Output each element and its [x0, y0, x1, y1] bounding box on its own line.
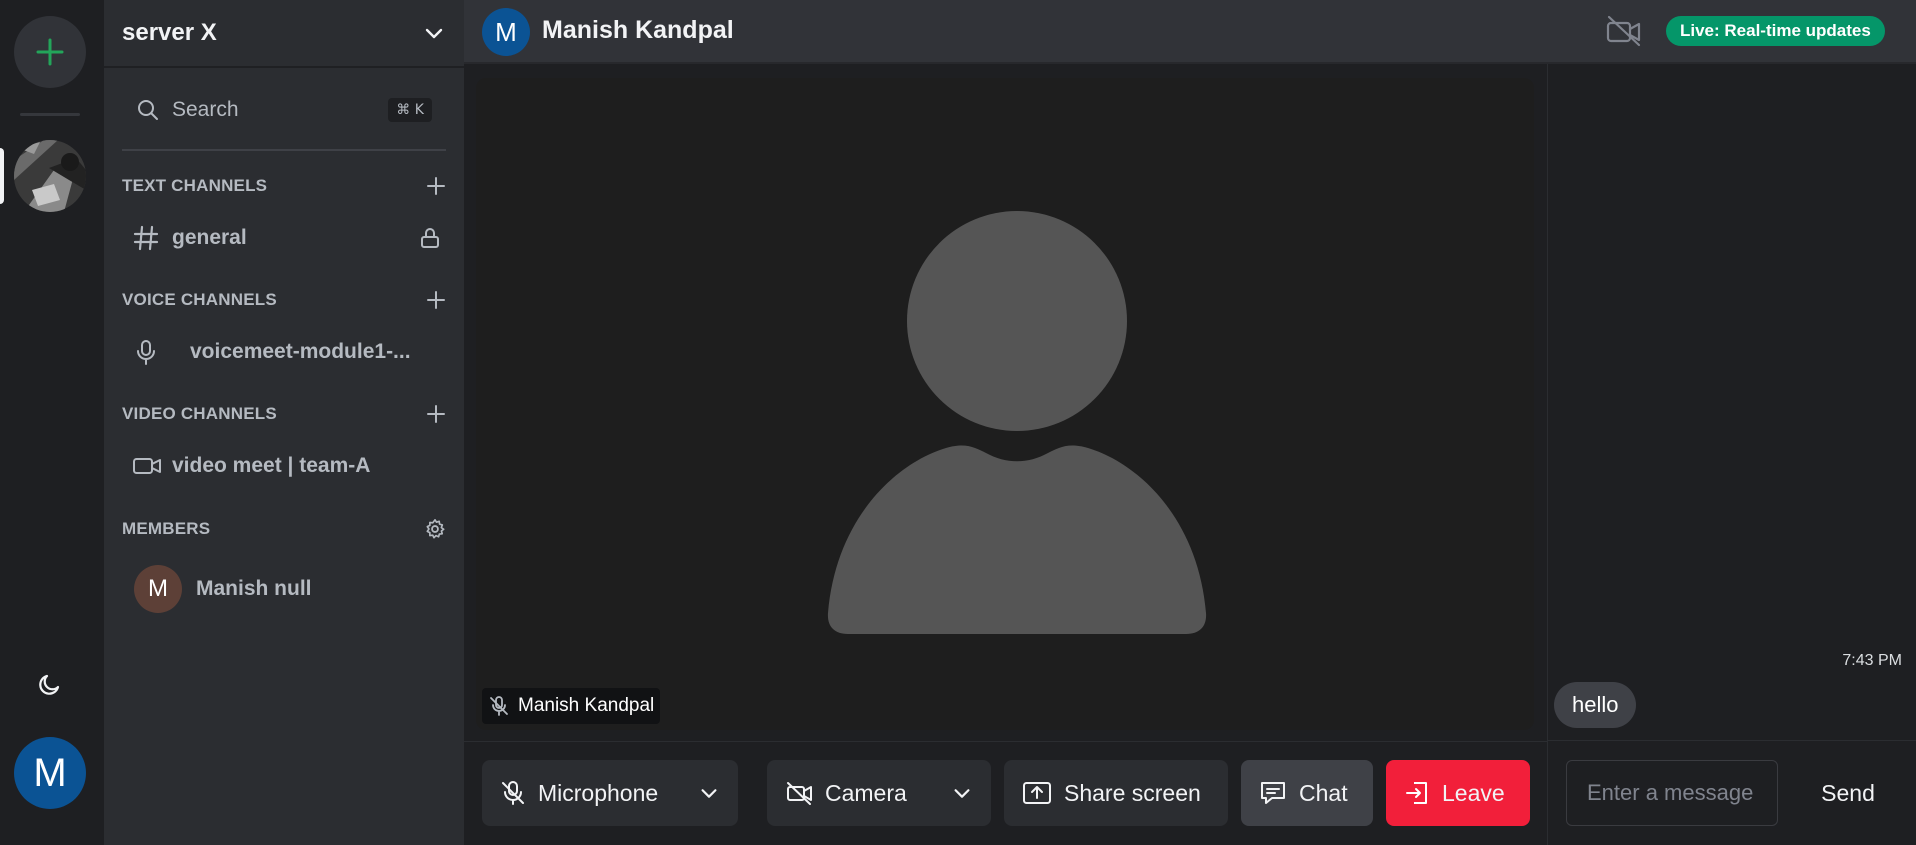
live-status-badge: Live: Real-time updates	[1666, 16, 1885, 46]
chat-label: Chat	[1299, 779, 1348, 806]
channel-general[interactable]: general	[132, 216, 446, 260]
participant-placeholder-icon	[827, 211, 1207, 634]
voice-channels-header: VOICE CHANNELS	[122, 290, 446, 310]
main-area: M Manish Kandpal Live: Real-time updates…	[464, 0, 1916, 845]
chevron-down-icon[interactable]	[951, 782, 973, 804]
text-channels-header: TEXT CHANNELS	[122, 176, 446, 196]
search-icon	[138, 100, 158, 120]
section-title: TEXT CHANNELS	[122, 176, 268, 195]
chevron-down-icon	[425, 28, 443, 39]
channel-label: voicemeet-module1-...	[190, 340, 411, 363]
camera-button[interactable]: Camera	[767, 760, 991, 826]
page-title: Manish Kandpal	[542, 16, 734, 44]
chat-icon	[1261, 782, 1285, 804]
member-name: Manish null	[196, 577, 312, 600]
section-title: MEMBERS	[122, 519, 211, 538]
plus-icon[interactable]	[426, 176, 446, 196]
lock-icon	[421, 228, 439, 248]
video-off-icon	[1606, 15, 1641, 47]
channel-sidebar: server X Search ⌘ K TEXT CHANNELS genera…	[104, 0, 464, 845]
microphone-label: Microphone	[538, 779, 659, 806]
server-icon[interactable]	[14, 140, 86, 212]
chevron-down-icon[interactable]	[698, 782, 720, 804]
microphone-button[interactable]: Microphone	[482, 760, 738, 826]
avatar: M	[134, 565, 182, 613]
video-toggle-button[interactable]	[1604, 14, 1644, 48]
search-shortcut: ⌘ K	[388, 98, 432, 122]
participant-name: Manish Kandpal	[518, 695, 655, 716]
controls-divider	[464, 741, 1547, 742]
search-button[interactable]: Search ⌘ K	[124, 90, 444, 130]
video-camera-icon	[133, 458, 161, 474]
server-image	[14, 140, 86, 212]
hash-icon	[133, 225, 159, 251]
active-server-indicator	[0, 148, 4, 204]
plus-icon[interactable]	[426, 290, 446, 310]
section-title: VOICE CHANNELS	[122, 290, 277, 309]
sidebar-divider	[122, 149, 446, 151]
server-name: server X	[122, 19, 217, 46]
search-label: Search	[172, 98, 239, 121]
microphone-icon	[137, 340, 155, 365]
leave-label: Leave	[1442, 779, 1505, 806]
user-avatar[interactable]: M	[14, 737, 86, 809]
share-screen-button[interactable]: Share screen	[1004, 760, 1228, 826]
message-bubble: hello	[1554, 682, 1637, 728]
add-server-button[interactable]	[14, 16, 86, 88]
microphone-off-icon	[490, 696, 508, 716]
plus-icon[interactable]	[426, 404, 446, 424]
chat-panel: 7:43 PM hello Send	[1547, 64, 1916, 845]
video-channels-header: VIDEO CHANNELS	[122, 404, 446, 424]
rail-divider	[20, 113, 80, 116]
message-timestamp: 7:43 PM	[1842, 652, 1902, 669]
channel-video-meet[interactable]: video meet | team-A	[132, 444, 446, 488]
server-rail: M	[0, 0, 104, 845]
video-off-icon	[787, 782, 812, 805]
participant-name-tag: Manish Kandpal	[482, 688, 661, 724]
leave-button[interactable]: Leave	[1386, 760, 1530, 826]
leave-icon	[1406, 782, 1427, 804]
camera-label: Camera	[825, 779, 907, 806]
channel-voicemeet[interactable]: voicemeet-module1-...	[132, 330, 446, 374]
members-header: MEMBERS	[122, 518, 446, 540]
send-button[interactable]: Send	[1792, 760, 1904, 826]
avatar: M	[482, 8, 530, 56]
channel-label: video meet | team-A	[172, 454, 371, 477]
section-title: VIDEO CHANNELS	[122, 404, 277, 423]
chat-divider	[1548, 740, 1916, 741]
gear-icon[interactable]	[424, 518, 446, 540]
moon-icon	[39, 674, 60, 695]
share-screen-icon	[1023, 782, 1051, 804]
share-screen-label: Share screen	[1064, 779, 1201, 806]
plus-icon	[36, 38, 64, 66]
channel-label: general	[172, 226, 247, 249]
video-tile: Manish Kandpal	[476, 78, 1534, 730]
chat-button[interactable]: Chat	[1241, 760, 1373, 826]
message-input[interactable]	[1566, 760, 1778, 826]
theme-toggle[interactable]	[36, 670, 64, 698]
server-header[interactable]: server X	[104, 0, 464, 68]
microphone-off-icon	[502, 781, 524, 805]
top-bar: M Manish Kandpal Live: Real-time updates	[464, 0, 1916, 64]
member-item[interactable]: M Manish null	[134, 565, 312, 613]
